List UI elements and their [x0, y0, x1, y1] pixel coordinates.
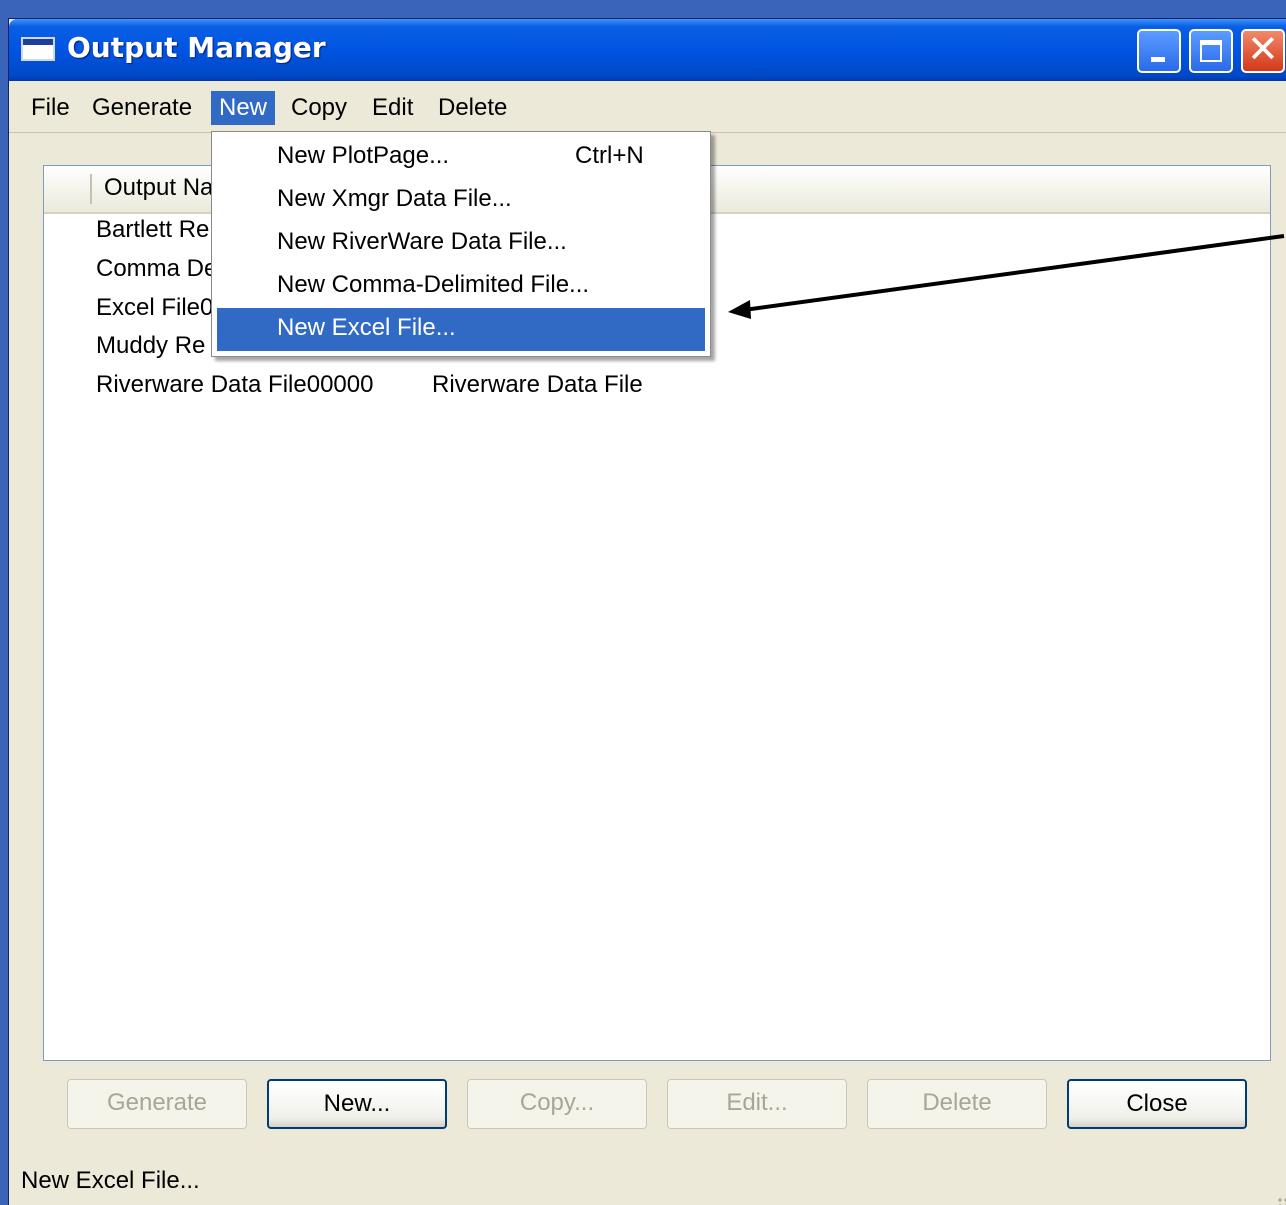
arrow-line [743, 234, 1285, 312]
annotation-arrow [728, 234, 1285, 319]
arrow-head-icon [728, 300, 751, 319]
